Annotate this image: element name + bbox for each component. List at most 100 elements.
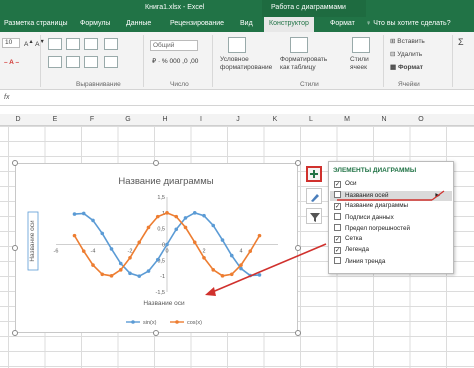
x-tick-label: 0 xyxy=(165,249,168,255)
checkbox[interactable] xyxy=(334,213,341,220)
format-label: Формат xyxy=(397,64,423,71)
title-bar: Книга1.xlsx - Excel Работа с диаграммами xyxy=(0,0,474,17)
orientation-icon[interactable] xyxy=(84,38,98,50)
chart-styles-button[interactable] xyxy=(306,188,322,204)
format-table-button[interactable]: Форматировать как таблицу xyxy=(280,56,327,72)
checkbox[interactable]: ✓ xyxy=(334,236,341,243)
plus-icon xyxy=(310,170,318,178)
panel-item-chart-title[interactable]: ✓ Название диаграммы xyxy=(334,202,408,212)
checkbox[interactable]: ✓ xyxy=(334,247,341,254)
panel-item-axis-titles[interactable]: Названия осей ▶ xyxy=(330,191,452,201)
resize-handle[interactable] xyxy=(12,330,18,336)
currency-icon[interactable]: ₽ · % 000 ,0 ,00 xyxy=(152,58,198,66)
resize-handle[interactable] xyxy=(295,245,301,251)
tab-design[interactable]: Конструктор xyxy=(264,17,314,32)
tab-formulas[interactable]: Формулы xyxy=(80,20,110,27)
resize-handle[interactable] xyxy=(153,330,159,336)
ribbon-separator xyxy=(143,35,144,87)
align-right-icon[interactable] xyxy=(84,56,98,68)
data-point xyxy=(137,240,142,245)
column-header[interactable]: L xyxy=(306,116,316,123)
increase-font-icon[interactable]: A▲ A▼ xyxy=(24,38,45,49)
column-header[interactable]: N xyxy=(379,116,389,123)
ribbon: 10 A▲ A▼ – A – Выравнивание Общий ₽ · % … xyxy=(0,32,474,90)
tab-format[interactable]: Формат xyxy=(330,20,355,27)
format-table-line1: Форматировать xyxy=(280,56,328,63)
column-header[interactable]: D xyxy=(13,116,23,123)
checkbox[interactable] xyxy=(334,257,341,264)
submenu-arrow-icon[interactable]: ▶ xyxy=(435,192,440,199)
ribbon-separator xyxy=(212,35,213,87)
x-axis-title[interactable]: Название оси xyxy=(143,300,185,307)
column-header[interactable]: M xyxy=(342,116,352,123)
chart-area[interactable]: Название диаграммы Название оси Название… xyxy=(15,163,298,333)
tell-me-search[interactable]: ♀ Что вы хотите сделать? xyxy=(366,20,451,27)
insert-cells-button[interactable]: ⊞ Вставить xyxy=(390,38,425,46)
panel-item-error-bars[interactable]: Предел погрешностей xyxy=(334,224,410,234)
panel-item-data-labels[interactable]: Подписи данных xyxy=(334,213,394,223)
data-point xyxy=(146,225,151,230)
align-center-icon[interactable] xyxy=(66,56,80,68)
brush-icon xyxy=(311,194,319,202)
font-color-icon[interactable]: – A – xyxy=(4,59,19,67)
column-header[interactable]: G xyxy=(123,116,133,123)
data-point xyxy=(248,273,253,278)
data-point xyxy=(248,249,253,253)
data-point xyxy=(165,242,169,247)
column-header[interactable]: K xyxy=(270,116,280,123)
legend-marker xyxy=(131,320,135,324)
resize-handle[interactable] xyxy=(12,245,18,251)
column-header[interactable]: I xyxy=(196,116,206,123)
fx-icon[interactable]: fx xyxy=(4,94,9,101)
panel-item-axes[interactable]: ✓ Оси xyxy=(334,180,357,190)
format-cells-button[interactable]: ▦ Формат xyxy=(390,64,423,72)
conditional-format-button[interactable]: Условное форматирование xyxy=(220,56,272,72)
checkbox[interactable]: ✓ xyxy=(334,203,341,210)
x-tick-label: -6 xyxy=(54,249,59,255)
merge-cells-icon[interactable] xyxy=(104,56,118,68)
autosum-icon[interactable]: Σ xyxy=(458,38,464,47)
align-top-icon[interactable] xyxy=(48,38,62,50)
chart-filters-button[interactable] xyxy=(306,208,322,224)
align-middle-icon[interactable] xyxy=(66,38,80,50)
tab-view[interactable]: Вид xyxy=(240,20,253,27)
resize-handle[interactable] xyxy=(295,160,301,166)
conditional-format-icon xyxy=(228,37,246,53)
panel-item-gridlines[interactable]: ✓ Сетка xyxy=(334,235,362,245)
column-header[interactable]: H xyxy=(160,116,170,123)
checkbox[interactable] xyxy=(334,191,341,198)
x-tick-label: -4 xyxy=(91,249,96,255)
resize-handle[interactable] xyxy=(12,160,18,166)
number-format-select[interactable]: Общий xyxy=(150,40,198,51)
group-cells-label: Ячейки xyxy=(398,81,420,88)
align-left-icon[interactable] xyxy=(48,56,62,68)
tab-review[interactable]: Рецензирование xyxy=(170,20,224,27)
column-header[interactable]: F xyxy=(87,116,97,123)
plot-area: 1,510,50-0,5-1-1,5-6 -4 -2 0 2 4 xyxy=(54,195,278,296)
font-size-box[interactable]: 10 xyxy=(2,38,20,48)
data-point xyxy=(72,233,77,238)
chart-title[interactable]: Название диаграммы xyxy=(118,176,213,187)
delete-cells-button[interactable]: ⊟ Удалить xyxy=(390,51,422,59)
cell-styles-button[interactable]: Стили ячеек xyxy=(350,56,369,72)
tab-data[interactable]: Данные xyxy=(126,20,151,27)
column-header[interactable]: J xyxy=(233,116,243,123)
column-header[interactable]: O xyxy=(416,116,426,123)
resize-handle[interactable] xyxy=(153,160,159,166)
tab-page-layout[interactable]: Разметка страницы xyxy=(4,20,68,27)
chart-legend[interactable]: sin(x) cos(x) xyxy=(126,320,202,326)
cond-format-line2: форматирование xyxy=(220,64,273,71)
legend-marker xyxy=(175,320,179,324)
panel-item-legend[interactable]: ✓ Легенда xyxy=(334,246,369,256)
checkbox[interactable] xyxy=(334,224,341,231)
data-point xyxy=(128,256,132,260)
chart-elements-button[interactable] xyxy=(306,166,322,182)
column-header[interactable]: E xyxy=(50,116,60,123)
legend-label: sin(x) xyxy=(143,320,157,326)
y-axis-title[interactable]: Название оси xyxy=(29,220,36,262)
wrap-text-icon[interactable] xyxy=(104,38,118,50)
resize-handle[interactable] xyxy=(295,330,301,336)
checkbox[interactable]: ✓ xyxy=(334,181,341,188)
panel-item-trendline[interactable]: Линия тренда xyxy=(334,257,385,267)
formula-bar[interactable]: fx xyxy=(0,92,474,106)
